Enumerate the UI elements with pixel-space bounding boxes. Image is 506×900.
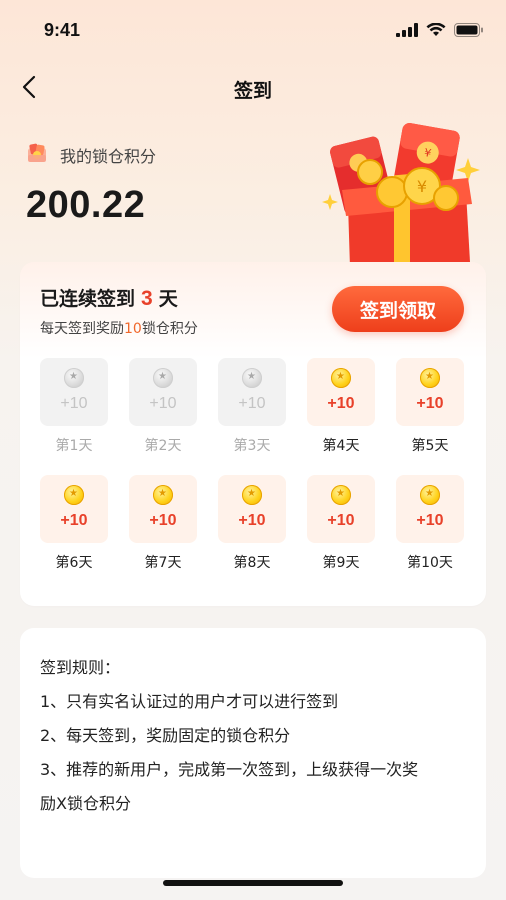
day-points: +10: [238, 395, 266, 412]
points-value: 200.22: [26, 184, 146, 226]
reward-amount: 10: [124, 321, 142, 337]
day-reward-box: ★ +10: [40, 475, 108, 543]
battery-icon: [454, 22, 484, 41]
day-points: +10: [60, 395, 88, 412]
day-reward-box: ★ +10: [129, 475, 197, 543]
points-label-row: 我的锁仓积分: [26, 142, 156, 168]
star-icon: ★: [69, 371, 78, 382]
coin-icon: ★: [242, 368, 262, 388]
svg-text:¥: ¥: [417, 177, 427, 196]
day-label: 第2天: [144, 438, 182, 454]
gift-points-icon: [26, 142, 48, 168]
streak-suffix: 天: [158, 288, 178, 310]
day-label: 第4天: [322, 438, 360, 454]
star-icon: ★: [247, 371, 256, 382]
coin-icon: ★: [331, 485, 351, 505]
reward-description: 每天签到奖励10锁仓积分: [40, 318, 198, 338]
coin-icon: ★: [331, 368, 351, 388]
day-label: 第7天: [144, 555, 182, 571]
red-envelope-gift-box-icon: ¥ ¥: [318, 118, 494, 278]
rules-title: 签到规则：: [40, 658, 121, 677]
star-icon: ★: [247, 488, 256, 499]
day-points: +10: [327, 395, 355, 412]
coin-icon: ★: [153, 368, 173, 388]
reward-prefix: 每天签到奖励: [40, 321, 124, 337]
points-label: 我的锁仓积分: [60, 147, 157, 166]
day-reward-box: ★ +10: [40, 358, 108, 426]
day-points: +10: [60, 512, 88, 529]
coin-icon: ★: [420, 368, 440, 388]
status-time: 9:41: [44, 20, 81, 40]
day-label: 第3天: [233, 438, 271, 454]
day-points: +10: [416, 395, 444, 412]
day-cell: ★ +10 第7天: [129, 475, 197, 572]
nav-bar: 签到: [0, 64, 506, 114]
checkin-claim-button[interactable]: 签到领取: [332, 286, 464, 332]
star-icon: ★: [425, 371, 434, 382]
wifi-icon: [426, 22, 446, 41]
day-label: 第9天: [322, 555, 360, 571]
day-label: 第1天: [55, 438, 93, 454]
streak-title: 已连续签到 3 天: [40, 284, 178, 311]
coin-icon: ★: [64, 485, 84, 505]
rule-line: 励X锁仓积分: [40, 794, 131, 813]
day-reward-box: ★ +10: [129, 358, 197, 426]
status-bar: 9:41: [0, 0, 506, 60]
reward-suffix: 锁仓积分: [141, 321, 198, 337]
star-icon: ★: [158, 371, 167, 382]
day-label: 第6天: [55, 555, 93, 571]
day-cell: ★ +10 第3天: [218, 358, 286, 455]
day-reward-box: ★ +10: [218, 475, 286, 543]
signal-icon: [396, 22, 418, 41]
streak-prefix: 已连续签到: [40, 288, 136, 310]
day-cell: ★ +10 第1天: [40, 358, 108, 455]
day-cell: ★ +10 第10天: [396, 475, 464, 572]
coin-icon: ★: [153, 485, 173, 505]
star-icon: ★: [336, 371, 345, 382]
day-reward-box: ★ +10: [218, 358, 286, 426]
day-points: +10: [238, 512, 266, 529]
day-cell: ★ +10 第5天: [396, 358, 464, 455]
day-cell: ★ +10 第8天: [218, 475, 286, 572]
day-label: 第10天: [407, 555, 453, 571]
day-cell: ★ +10 第2天: [129, 358, 197, 455]
streak-count: 3: [141, 287, 153, 310]
day-label: 第8天: [233, 555, 271, 571]
day-points: +10: [149, 395, 177, 412]
page-title: 签到: [233, 80, 272, 102]
day-reward-box: ★ +10: [396, 358, 464, 426]
day-cell: ★ +10 第6天: [40, 475, 108, 572]
day-points: +10: [149, 512, 177, 529]
star-icon: ★: [158, 488, 167, 499]
coin-icon: ★: [242, 485, 262, 505]
day-reward-box: ★ +10: [307, 358, 375, 426]
coin-icon: ★: [64, 368, 84, 388]
status-icons: [396, 22, 484, 41]
rules-card: 签到规则： 1、只有实名认证过的用户才可以进行签到 2、每天签到，奖励固定的锁仓…: [20, 628, 486, 878]
day-label: 第5天: [411, 438, 449, 454]
rule-line: 3、推荐的新用户，完成第一次签到，上级获得一次奖: [40, 760, 419, 779]
star-icon: ★: [69, 488, 78, 499]
day-reward-box: ★ +10: [307, 475, 375, 543]
rule-line: 2、每天签到，奖励固定的锁仓积分: [40, 726, 291, 745]
star-icon: ★: [336, 488, 345, 499]
day-cell: ★ +10 第4天: [307, 358, 375, 455]
coin-icon: ★: [420, 485, 440, 505]
rule-line: 1、只有实名认证过的用户才可以进行签到: [40, 692, 339, 711]
day-reward-box: ★ +10: [396, 475, 464, 543]
checkin-card: 已连续签到 3 天 每天签到奖励10锁仓积分 签到领取 ★ +10 第1天 ★ +10 第2天…: [20, 262, 486, 606]
star-icon: ★: [425, 488, 434, 499]
day-cell: ★ +10 第9天: [307, 475, 375, 572]
day-points: +10: [416, 512, 444, 529]
home-indicator: [163, 880, 343, 886]
day-points: +10: [327, 512, 355, 529]
